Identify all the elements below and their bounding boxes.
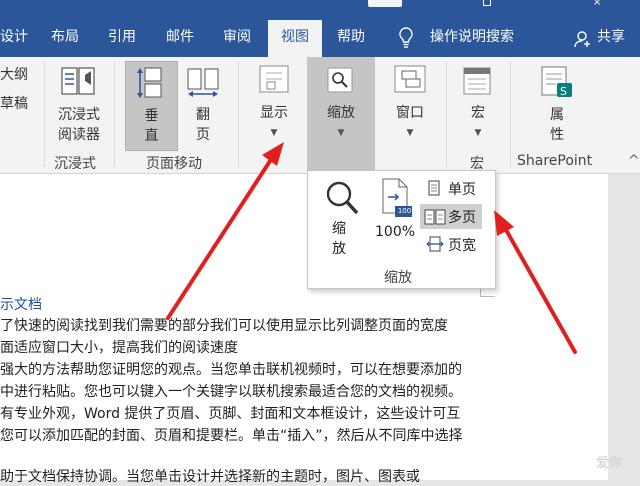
red-arrow-to-zoom-icon [166, 142, 284, 320]
annotation-arrows [166, 142, 577, 354]
red-arrow-to-multi-page-icon [494, 210, 577, 354]
